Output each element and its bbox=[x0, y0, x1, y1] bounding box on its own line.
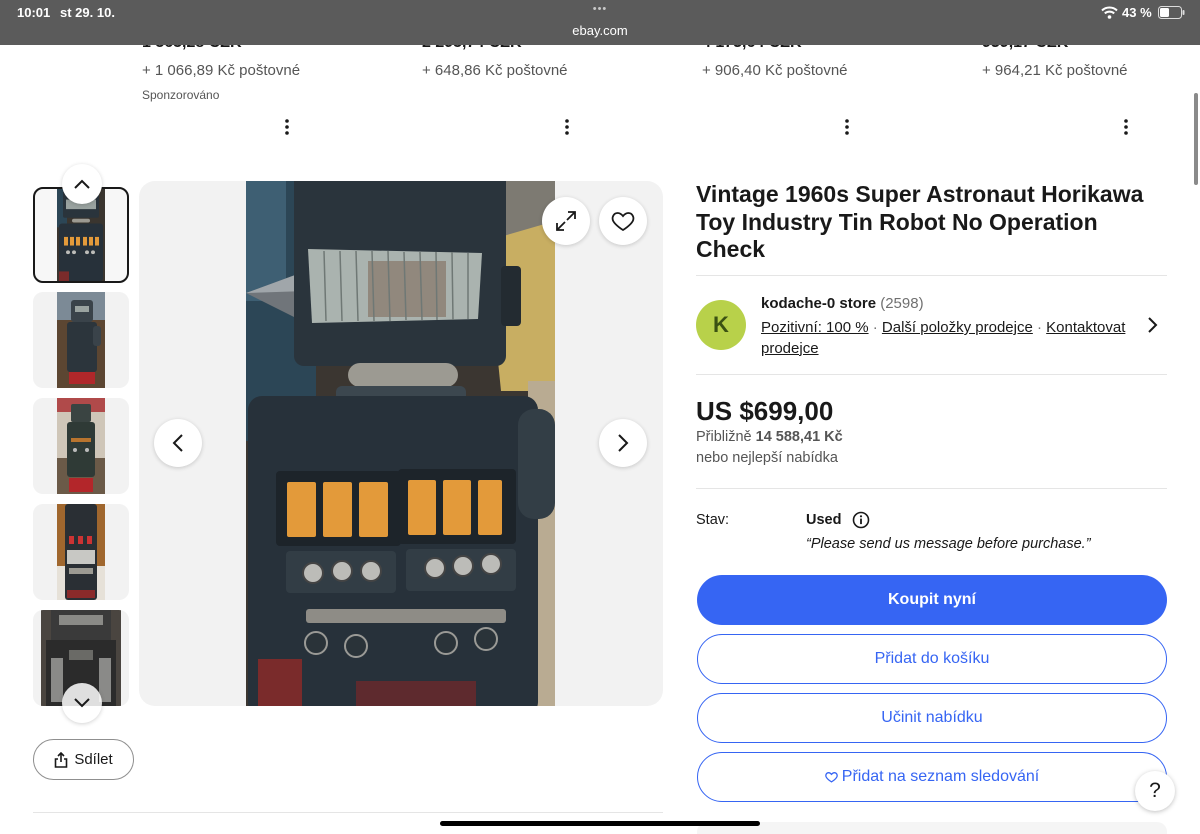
add-to-watchlist-label: Přidat na seznam sledování bbox=[841, 768, 1040, 785]
approx-price-label: Přibližně bbox=[696, 429, 752, 445]
tab-menu-dots[interactable]: ••• bbox=[570, 3, 630, 15]
share-icon bbox=[55, 751, 68, 768]
divider bbox=[696, 374, 1167, 375]
condition-label: Stav: bbox=[696, 512, 730, 528]
chevron-up-icon bbox=[74, 179, 90, 189]
next-image-button[interactable] bbox=[599, 419, 647, 467]
more-options-icon[interactable] bbox=[1122, 118, 1130, 136]
address-bar-url[interactable]: ebay.com bbox=[540, 23, 660, 38]
add-to-watchlist-button[interactable]: Přidat na seznam sledování bbox=[697, 752, 1167, 802]
best-offer-note: nebo nejlepší nabídka bbox=[696, 450, 838, 466]
battery-percentage: 43 % bbox=[1122, 5, 1152, 20]
chevron-left-icon bbox=[172, 434, 183, 452]
sponsored-item-shipping: + 648,86 Kč poštovné bbox=[422, 62, 568, 79]
next-section-edge bbox=[697, 822, 1167, 834]
listing-title: Vintage 1960s Super Astronaut Horikawa T… bbox=[696, 181, 1144, 262]
make-offer-label: Učinit nabídku bbox=[881, 709, 983, 726]
seller-name[interactable]: kodache-0 store bbox=[761, 295, 876, 312]
chevron-down-icon bbox=[74, 698, 90, 708]
thumbnails-scroll-down-button[interactable] bbox=[62, 683, 102, 723]
add-to-cart-button[interactable]: Přidat do košíku bbox=[697, 634, 1167, 684]
wifi-icon bbox=[1101, 6, 1118, 19]
seller-info: kodache-0 store (2598) bbox=[761, 295, 924, 312]
add-to-cart-label: Přidat do košíku bbox=[874, 650, 990, 667]
clock-time: 10:01 bbox=[17, 5, 51, 20]
link-separator: · bbox=[1037, 319, 1042, 336]
sponsored-item-shipping: + 964,21 Kč poštovné bbox=[982, 62, 1128, 79]
chevron-right-icon bbox=[618, 434, 629, 452]
seller-positive-feedback-link[interactable]: Pozitivní: 100 % bbox=[761, 319, 869, 336]
condition-note: “Please send us message before purchase.… bbox=[806, 536, 1091, 552]
sponsored-item-shipping: + 906,40 Kč poštovné bbox=[702, 62, 848, 79]
thumbnail-image bbox=[57, 504, 105, 600]
thumbnail-image bbox=[57, 292, 105, 388]
approx-price-value: 14 588,41 Kč bbox=[755, 429, 843, 445]
product-main-image-frame[interactable] bbox=[139, 181, 663, 706]
seller-links: Pozitivní: 100 % · Další položky prodejc… bbox=[761, 318, 1133, 359]
seller-avatar[interactable]: K bbox=[696, 300, 746, 350]
browser-status-bar: 10:01 st 29. 10. ••• ebay.com 43 % bbox=[0, 0, 1200, 45]
buy-now-label: Koupit nyní bbox=[888, 591, 976, 608]
make-offer-button[interactable]: Učinit nabídku bbox=[697, 693, 1167, 743]
thumbnail-2[interactable] bbox=[33, 292, 129, 388]
thumbnails-scroll-up-button[interactable] bbox=[62, 164, 102, 204]
more-options-icon[interactable] bbox=[283, 118, 291, 136]
thumbnail-4[interactable] bbox=[33, 504, 129, 600]
seller-chevron-right-icon[interactable] bbox=[1144, 315, 1160, 335]
help-button[interactable]: ? bbox=[1135, 771, 1175, 811]
thumbnail-image bbox=[57, 398, 105, 494]
previous-image-button[interactable] bbox=[154, 419, 202, 467]
link-separator: · bbox=[872, 319, 878, 336]
buy-now-button[interactable]: Koupit nyní bbox=[697, 575, 1167, 625]
sponsored-item-shipping: + 1 066,89 Kč poštovné bbox=[142, 62, 301, 79]
page-scrollbar[interactable] bbox=[1194, 93, 1198, 185]
seller-other-items-link[interactable]: Další položky prodejce bbox=[882, 319, 1033, 336]
condition-value: Used bbox=[806, 512, 842, 528]
heart-icon bbox=[611, 212, 635, 232]
expand-icon bbox=[556, 211, 576, 231]
share-button[interactable]: Sdílet bbox=[33, 739, 134, 780]
approx-price: Přibližně 14 588,41 Kč bbox=[696, 429, 843, 445]
expand-image-button[interactable] bbox=[542, 197, 590, 245]
clock-date: st 29. 10. bbox=[60, 5, 115, 20]
share-label: Sdílet bbox=[74, 751, 113, 768]
battery-icon bbox=[1158, 6, 1185, 19]
favorite-button[interactable] bbox=[599, 197, 647, 245]
more-options-icon[interactable] bbox=[563, 118, 571, 136]
heart-icon bbox=[824, 772, 838, 783]
sponsored-label: Sponzorováno bbox=[142, 88, 220, 102]
info-icon[interactable] bbox=[852, 511, 870, 529]
seller-feedback-count: (2598) bbox=[880, 295, 924, 312]
more-options-icon[interactable] bbox=[843, 118, 851, 136]
home-indicator[interactable] bbox=[440, 821, 760, 826]
divider bbox=[33, 812, 663, 813]
divider bbox=[696, 488, 1167, 489]
item-price: US $699,00 bbox=[696, 396, 834, 426]
thumbnail-3[interactable] bbox=[33, 398, 129, 494]
product-main-image bbox=[246, 181, 555, 706]
divider bbox=[696, 275, 1167, 276]
